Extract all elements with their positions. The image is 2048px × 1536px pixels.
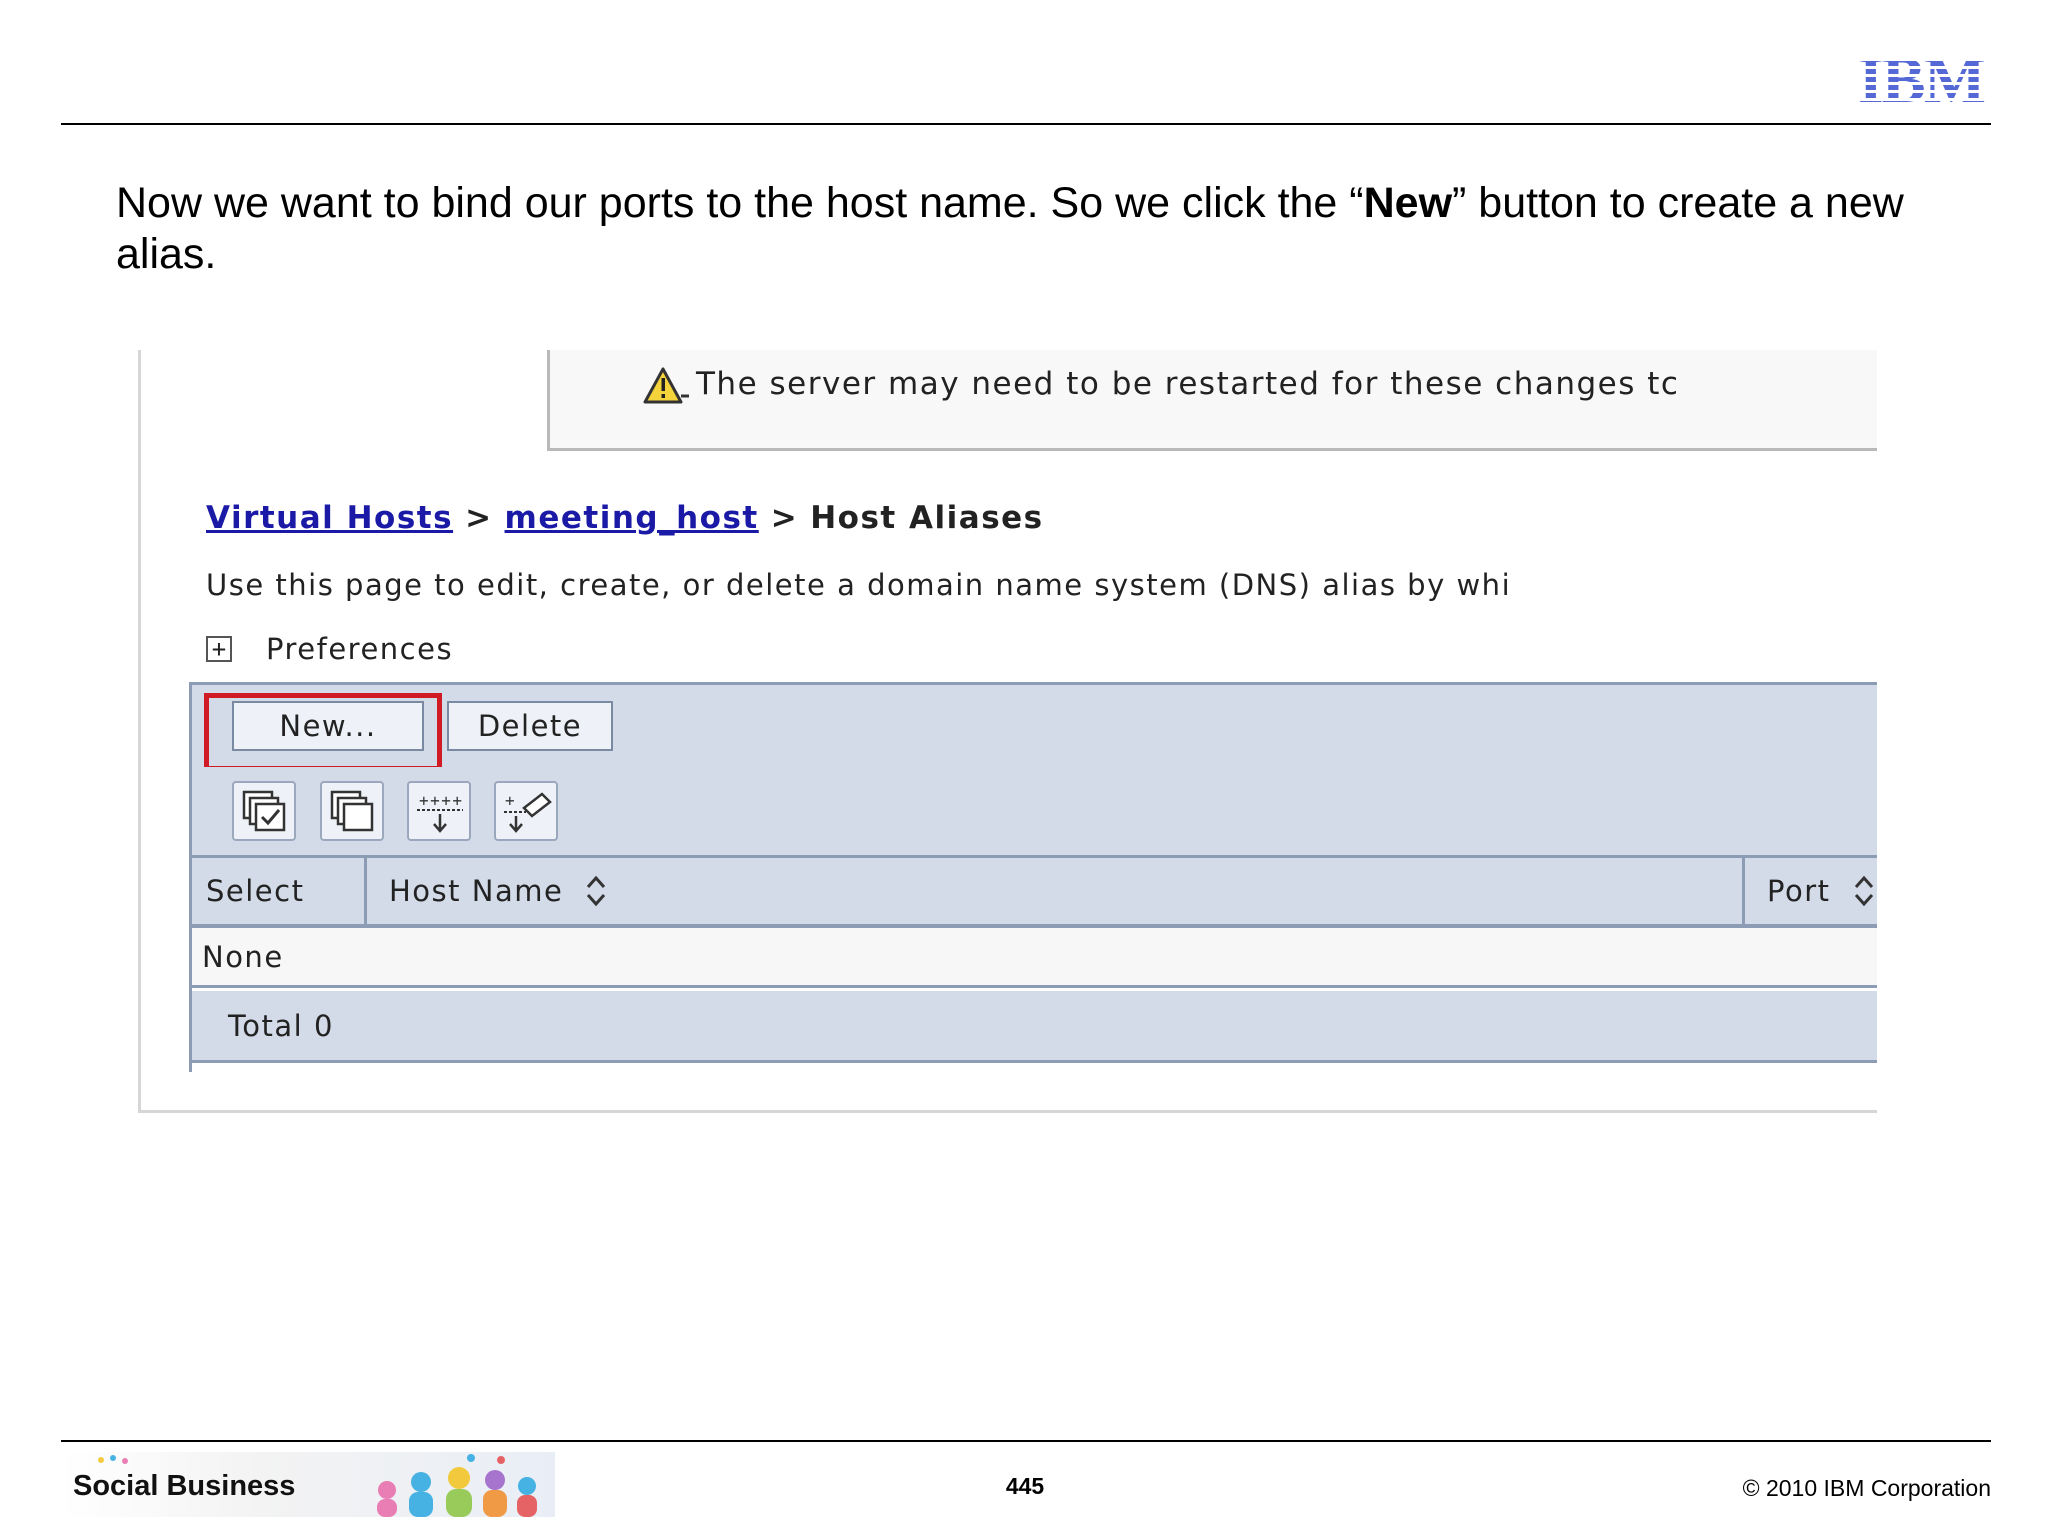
breadcrumb-separator: > — [770, 500, 799, 536]
footer-brand: Social Business — [73, 1470, 296, 1502]
aliases-table-panel: New... Delete ++++ + Select Host Name Po… — [189, 682, 1877, 1072]
column-header-select[interactable]: Select — [192, 858, 367, 924]
social-business-banner: Social Business — [61, 1452, 555, 1517]
breadcrumb-current: Host Aliases — [810, 500, 1044, 536]
delete-button[interactable]: Delete — [447, 701, 613, 751]
deselect-all-button[interactable] — [320, 781, 384, 841]
clear-filter-icon: + — [504, 791, 552, 833]
svg-text:+: + — [505, 791, 516, 810]
header-rule — [61, 123, 1991, 125]
show-filter-button[interactable]: ++++ — [407, 781, 471, 841]
page-description: Use this page to edit, create, or delete… — [206, 568, 1512, 602]
svg-text:++++: ++++ — [419, 791, 464, 810]
clear-filter-button[interactable]: + — [494, 781, 558, 841]
caption-bold-new: New — [1363, 179, 1453, 227]
show-filter-icon: ++++ — [417, 791, 464, 833]
button-bar: New... Delete — [192, 682, 1877, 771]
column-port-label: Port — [1767, 874, 1831, 908]
empty-table-row: None — [192, 928, 1877, 988]
ibm-logo: IBM IBM — [1858, 44, 1992, 117]
console-screenshot: The server may need to be restarted for … — [138, 350, 1877, 1113]
column-header-port[interactable]: Port — [1745, 858, 1877, 924]
select-all-button[interactable] — [232, 781, 296, 841]
select-all-icon — [242, 790, 286, 832]
breadcrumb-virtual-hosts-link[interactable]: Virtual Hosts — [206, 500, 453, 536]
restart-warning-box: The server may need to be restarted for … — [547, 350, 1877, 451]
sort-icon[interactable] — [1853, 874, 1875, 908]
warning-triangle-icon — [643, 367, 689, 404]
copyright-notice: © 2010 IBM Corporation — [1742, 1475, 1991, 1501]
deselect-all-icon — [330, 790, 374, 832]
caption-text-start: Now we want to bind our ports to the hos… — [116, 179, 1364, 227]
breadcrumb-meeting-host-link[interactable]: meeting_host — [505, 500, 759, 536]
column-host-name-label: Host Name — [389, 874, 564, 908]
table-header-row: Select Host Name Port — [192, 858, 1877, 928]
warning-text: The server may need to be restarted for … — [696, 366, 1680, 402]
column-select-label: Select — [206, 874, 305, 908]
preferences-toggle[interactable]: + Preferences — [206, 632, 453, 666]
page-number: 445 — [1005, 1473, 1045, 1499]
table-total-row: Total 0 — [192, 991, 1877, 1063]
footer-rule — [61, 1440, 1991, 1442]
slide-caption: Now we want to bind our ports to the hos… — [116, 178, 1936, 280]
column-header-host-name[interactable]: Host Name — [367, 858, 1745, 924]
breadcrumb-separator: > — [465, 500, 493, 536]
table-toolbar: ++++ + — [192, 767, 1877, 858]
new-button-highlight — [204, 693, 442, 771]
breadcrumb: Virtual Hosts > meeting_host > Host Aliases — [206, 500, 1044, 536]
expand-plus-icon[interactable]: + — [206, 636, 232, 662]
preferences-label: Preferences — [266, 632, 454, 666]
sort-icon[interactable] — [585, 874, 607, 908]
